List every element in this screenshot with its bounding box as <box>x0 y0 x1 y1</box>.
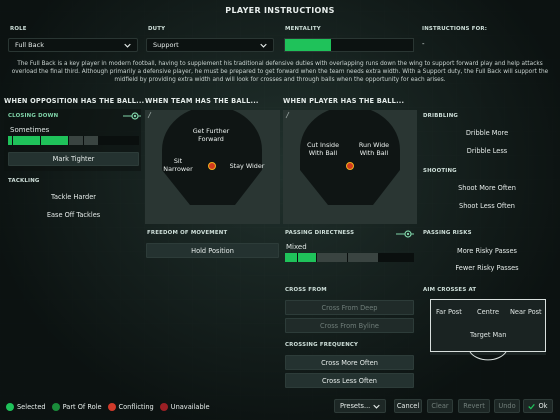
near-post-option[interactable]: Near Post <box>510 308 542 316</box>
passing-directness-label: PASSING DIRECTNESS <box>285 230 355 236</box>
far-post-option[interactable]: Far Post <box>436 308 462 316</box>
legend-dot <box>6 403 14 411</box>
check-icon <box>528 403 536 410</box>
legend: Selected Part Of Role Conflicting Unavai… <box>6 403 210 411</box>
mentality-meter <box>284 38 414 52</box>
closing-down-bar[interactable] <box>8 136 139 145</box>
tackle-harder-button[interactable]: Tackle Harder <box>8 190 139 204</box>
closing-down-seg-1 <box>13 136 40 145</box>
directness-seg-0 <box>285 253 297 262</box>
mentality-label: MENTALITY <box>285 26 321 32</box>
duty-dropdown[interactable]: Support <box>146 38 274 52</box>
section-player: WHEN PLAYER HAS THE BALL... <box>283 97 405 105</box>
presets-dropdown[interactable]: Presets... <box>334 399 386 413</box>
cross-less-often-button[interactable]: Cross Less Often <box>285 373 414 388</box>
legend-label: Selected <box>17 403 46 411</box>
player-position-marker <box>346 162 354 170</box>
directness-seg-3 <box>348 253 378 262</box>
closing-down-value: Sometimes <box>10 126 50 134</box>
mark-tighter-button[interactable]: Mark Tighter <box>8 152 139 166</box>
revert-button[interactable]: Revert <box>458 399 490 413</box>
cross-more-often-button[interactable]: Cross More Often <box>285 355 414 370</box>
legend-label: Part Of Role <box>62 403 102 411</box>
player-position-marker <box>208 162 216 170</box>
undo-button[interactable]: Undo <box>494 399 520 413</box>
ease-off-tackles-button[interactable]: Ease Off Tackles <box>8 208 139 222</box>
dribble-more-button[interactable]: Dribble More <box>421 126 553 140</box>
legend-dot <box>51 403 60 411</box>
legend-label: Conflicting <box>118 403 154 411</box>
cancel-button[interactable]: Cancel <box>394 399 422 413</box>
legend-unavailable: Unavailable <box>159 403 210 411</box>
ok-button[interactable]: Ok <box>523 399 553 413</box>
more-risky-passes-button[interactable]: More Risky Passes <box>421 244 553 258</box>
presets-label: Presets... <box>340 402 371 410</box>
closing-down-seg-0 <box>8 136 12 145</box>
legend-dot <box>107 403 116 411</box>
cross-from-deep-button[interactable]: Cross From Deep <box>285 300 414 315</box>
role-value: Full Back <box>15 41 44 49</box>
role-dropdown[interactable]: Full Back <box>8 38 138 52</box>
get-further-forward-option[interactable]: Get Further Forward <box>188 127 234 143</box>
role-description: The Full Back is a key player in modern … <box>11 61 549 83</box>
shoot-more-button[interactable]: Shoot More Often <box>421 181 553 195</box>
fewer-risky-passes-button[interactable]: Fewer Risky Passes <box>421 261 553 275</box>
chevron-down-icon <box>372 402 380 410</box>
freedom-label: FREEDOM OF MOVEMENT <box>147 230 228 236</box>
section-team: WHEN TEAM HAS THE BALL... <box>145 97 259 105</box>
dribble-less-button[interactable]: Dribble Less <box>421 144 553 158</box>
closing-down-seg-3 <box>69 136 83 145</box>
passing-risks-label: PASSING RISKS <box>423 230 472 236</box>
directness-seg-4 <box>379 253 414 262</box>
centre-option[interactable]: Centre <box>477 308 499 316</box>
chevron-down-icon <box>259 41 267 49</box>
stay-wider-option[interactable]: Stay Wider <box>226 162 268 171</box>
cross-from-label: CROSS FROM <box>285 287 327 293</box>
legend-part-of-role: Part Of Role <box>51 403 102 411</box>
passing-directness-value: Mixed <box>286 243 307 251</box>
section-opposition: WHEN OPPOSITION HAS THE BALL... <box>4 97 145 105</box>
page-title: PLAYER INSTRUCTIONS <box>225 6 335 15</box>
hold-position-button[interactable]: Hold Position <box>146 243 279 258</box>
run-wide-option[interactable]: Run Wide With Ball <box>358 141 390 157</box>
target-man-option[interactable]: Target Man <box>470 331 506 339</box>
chevron-down-icon <box>123 41 131 49</box>
legend-dot <box>159 403 168 411</box>
mentality-fill <box>285 39 332 51</box>
legend-conflicting: Conflicting <box>107 403 154 411</box>
shoot-less-button[interactable]: Shoot Less Often <box>421 199 553 213</box>
closing-down-label: CLOSING DOWN <box>8 113 59 119</box>
dribbling-label: DRIBBLING <box>423 113 459 119</box>
toggle-icon[interactable] <box>123 112 141 120</box>
instructions-for-value: - <box>422 40 425 48</box>
clear-button[interactable]: Clear <box>427 399 453 413</box>
tackling-label: TACKLING <box>8 178 40 184</box>
cross-from-byline-button[interactable]: Cross From Byline <box>285 318 414 333</box>
directness-seg-2 <box>317 253 347 262</box>
toggle-icon[interactable] <box>396 230 414 238</box>
legend-selected: Selected <box>6 403 46 411</box>
crossing-frequency-label: CROSSING FREQUENCY <box>285 342 359 348</box>
legend-label: Unavailable <box>170 403 210 411</box>
aim-crosses-label: AIM CROSSES AT <box>423 287 477 293</box>
ok-label: Ok <box>538 402 548 410</box>
passing-directness-bar[interactable] <box>285 253 414 262</box>
sit-narrower-option[interactable]: Sit Narrower <box>160 157 196 173</box>
closing-down-seg-4 <box>84 136 98 145</box>
cut-inside-option[interactable]: Cut Inside With Ball <box>306 141 340 157</box>
closing-down-seg-2 <box>41 136 68 145</box>
directness-seg-1 <box>298 253 316 262</box>
role-label: ROLE <box>10 26 27 32</box>
instructions-for-label: INSTRUCTIONS FOR: <box>422 26 488 32</box>
duty-label: DUTY <box>148 26 166 32</box>
duty-value: Support <box>153 41 179 49</box>
shooting-label: SHOOTING <box>423 168 457 174</box>
